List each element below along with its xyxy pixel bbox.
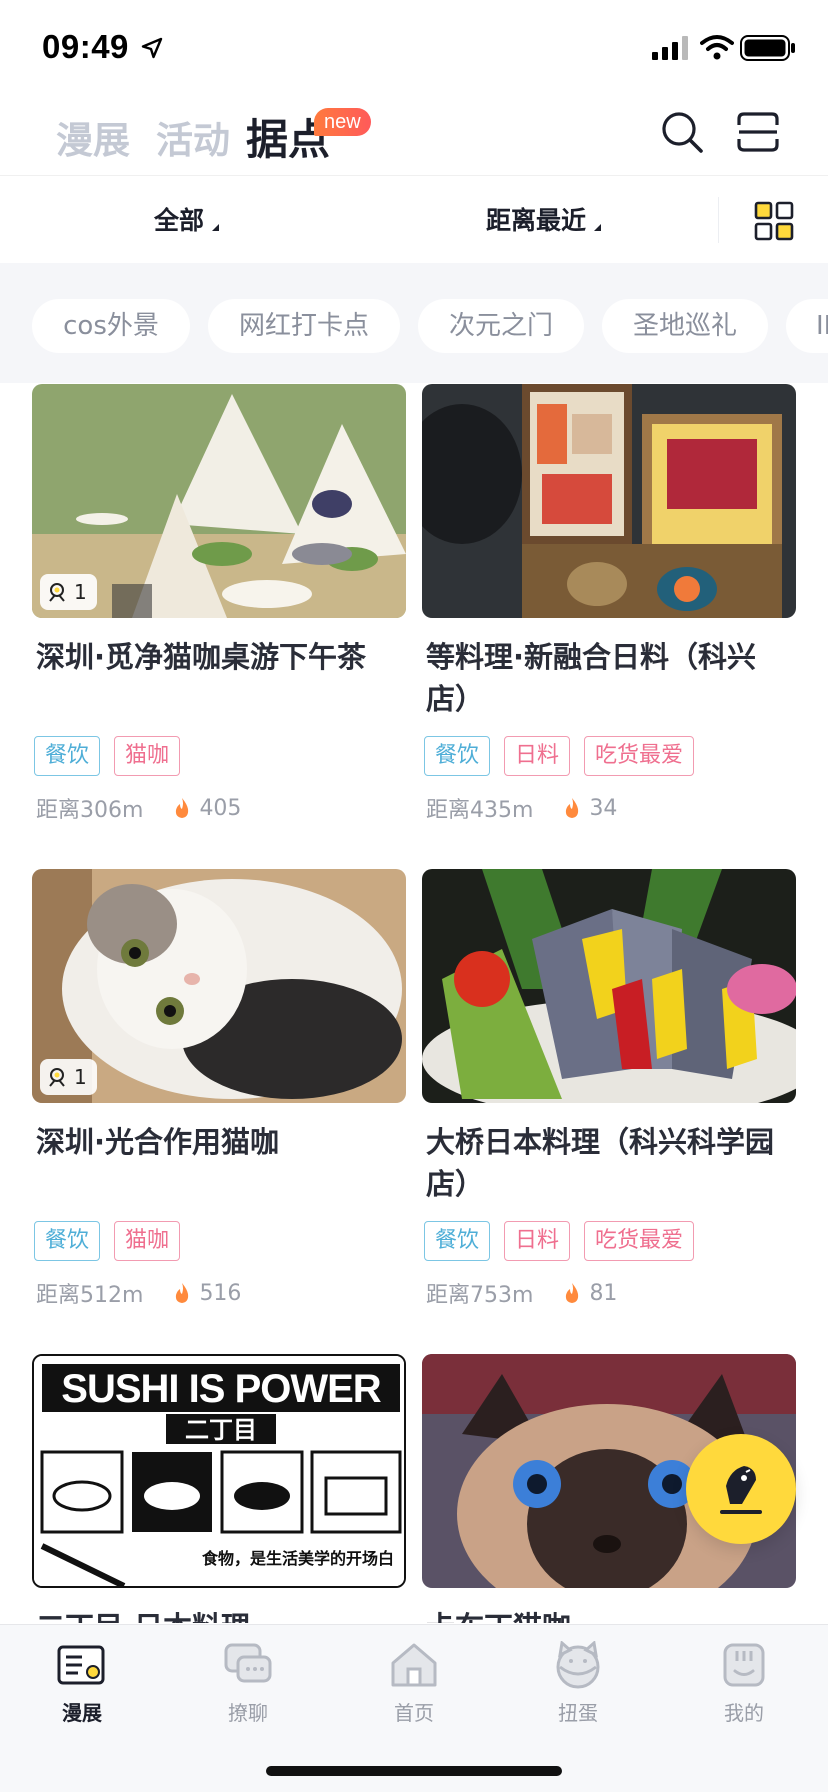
chip-pilgrimage[interactable]: 圣地巡礼	[602, 299, 768, 353]
visitor-count: 1	[74, 580, 87, 604]
spot-card[interactable]: 大桥日本料理（科兴科学园店） 餐饮 日料 吃货最爱 距离753m 81	[422, 869, 796, 1339]
tab-huodong[interactable]: 活动	[156, 110, 230, 164]
spot-card[interactable]: 1 深圳·光合作用猫咖 餐饮 猫咖 距离512m 516	[32, 869, 406, 1339]
status-bar: 09:49	[0, 0, 828, 88]
tab-bar-manzhan[interactable]: 漫展	[22, 1641, 142, 1726]
fire-icon	[176, 798, 189, 818]
heat-count: 34	[589, 795, 618, 821]
tag: 日料	[504, 1221, 571, 1261]
top-nav: 漫展 活动 据点 new	[0, 88, 828, 176]
tag: 猫咖	[114, 1221, 181, 1261]
heat-count: 81	[589, 1280, 618, 1306]
tag: 吃货最爱	[584, 1221, 695, 1261]
spot-meta: 距离753m 81	[426, 1277, 617, 1309]
tag-list: 餐饮 日料 吃货最爱	[424, 736, 695, 776]
gacha-icon	[556, 1641, 600, 1689]
spot-title: 二丁目·日本料理	[36, 1606, 396, 1623]
home-icon	[391, 1643, 437, 1687]
tab-bar-home[interactable]: 首页	[354, 1641, 474, 1726]
new-badge: new	[314, 108, 371, 136]
grid-view-icon[interactable]	[754, 201, 794, 241]
tag: 餐饮	[34, 1221, 101, 1261]
tag: 餐饮	[424, 1221, 491, 1261]
footprint-icon	[49, 583, 65, 602]
tab-bar-chat[interactable]: 撩聊	[188, 1641, 308, 1726]
image-caption: 食物，是生活美学的开场白	[201, 1549, 394, 1568]
chip-ip[interactable]: IP	[786, 299, 828, 353]
fire-icon	[176, 1283, 189, 1303]
tab-label: 撩聊	[228, 1701, 268, 1725]
tag: 猫咖	[114, 736, 181, 776]
tag: 日料	[504, 736, 571, 776]
spot-image	[422, 384, 796, 618]
dropdown-triangle-icon	[212, 224, 220, 231]
image-headline: SUSHI IS POWER	[61, 1367, 381, 1411]
spot-title: 等料理·新融合日料（科兴店）	[426, 640, 757, 716]
chip-dimension-gate[interactable]: 次元之门	[418, 299, 584, 353]
tab-label: 我的	[724, 1701, 764, 1725]
create-post-button[interactable]	[686, 1434, 796, 1544]
spot-title: 卡布丁猫咖	[426, 1606, 786, 1623]
spot-card[interactable]: 等料理·新融合日料（科兴店） 餐饮 日料 吃货最爱 距离435m 34	[422, 384, 796, 854]
tab-bar-profile[interactable]: 我的	[684, 1641, 804, 1726]
spot-image: SUSHI IS POWER 二丁目 食物，是生活美学的开场白	[32, 1354, 406, 1588]
category-filter[interactable]: 全部	[154, 201, 220, 237]
footprint-icon	[49, 1068, 65, 1087]
spot-meta: 距离435m 34	[426, 792, 617, 824]
distance: 距离512m	[36, 1283, 144, 1308]
tag-list: 餐饮 猫咖	[34, 1221, 181, 1261]
tag-list: 餐饮 日料 吃货最爱	[424, 1221, 695, 1261]
signal-icon	[652, 36, 688, 60]
tab-label: 首页	[394, 1701, 434, 1725]
visitor-badge: 1	[40, 574, 97, 610]
fire-icon	[566, 798, 579, 818]
search-icon[interactable]	[660, 110, 704, 154]
chat-icon	[224, 1643, 272, 1683]
spot-title: 深圳·光合作用猫咖	[36, 1125, 280, 1159]
spot-meta: 距离512m 516	[36, 1277, 241, 1309]
sort-filter-label: 距离最近	[486, 206, 587, 235]
tab-label: 扭蛋	[558, 1701, 598, 1725]
manzhan-icon	[57, 1645, 105, 1685]
chips-scroller[interactable]: cos外景 网红打卡点 次元之门 圣地巡礼 IP	[0, 263, 828, 383]
spot-image	[422, 869, 796, 1103]
distance: 距离753m	[426, 1283, 534, 1308]
location-arrow-icon	[141, 37, 163, 59]
spot-title: 大桥日本料理（科兴科学园店）	[426, 1125, 775, 1201]
battery-icon	[740, 35, 795, 61]
chip-checkin-spot[interactable]: 网红打卡点	[208, 299, 400, 353]
tab-label: 漫展	[62, 1701, 102, 1725]
tag-list: 餐饮 猫咖	[34, 736, 181, 776]
category-filter-label: 全部	[154, 206, 205, 235]
sort-filter[interactable]: 距离最近	[486, 201, 602, 237]
distance: 距离306m	[36, 798, 144, 823]
dropdown-triangle-icon	[594, 224, 602, 231]
spot-title: 深圳·觅净猫咖桌游下午茶	[36, 640, 367, 674]
visitor-count: 1	[74, 1065, 87, 1089]
spot-card[interactable]: 1 深圳·觅净猫咖桌游下午茶 餐饮 猫咖 距离306m 405	[32, 384, 406, 854]
tab-manzhan[interactable]: 漫展	[56, 110, 130, 164]
fire-icon	[566, 1283, 579, 1303]
heat-count: 516	[199, 1280, 242, 1306]
scan-icon[interactable]	[736, 110, 780, 154]
spot-card[interactable]: SUSHI IS POWER 二丁目 食物，是生活美学的开场白 二丁目·日本料理	[32, 1354, 406, 1623]
heat-count: 405	[199, 795, 242, 821]
tag: 吃货最爱	[584, 736, 695, 776]
divider	[718, 197, 719, 243]
visitor-badge: 1	[40, 1059, 97, 1095]
distance: 距离435m	[426, 798, 534, 823]
home-indicator	[266, 1766, 562, 1776]
pen-icon	[720, 1466, 762, 1514]
filter-row: 全部 距离最近	[0, 177, 828, 263]
profile-icon	[723, 1643, 765, 1687]
status-time: 09:49	[42, 28, 129, 65]
spot-meta: 距离306m 405	[36, 792, 241, 824]
chip-cos-outdoor[interactable]: cos外景	[32, 299, 190, 353]
tag: 餐饮	[34, 736, 101, 776]
image-subheadline: 二丁目	[185, 1416, 257, 1444]
tag: 餐饮	[424, 736, 491, 776]
wifi-icon	[700, 35, 734, 60]
tab-bar-gacha[interactable]: 扭蛋	[518, 1641, 638, 1726]
